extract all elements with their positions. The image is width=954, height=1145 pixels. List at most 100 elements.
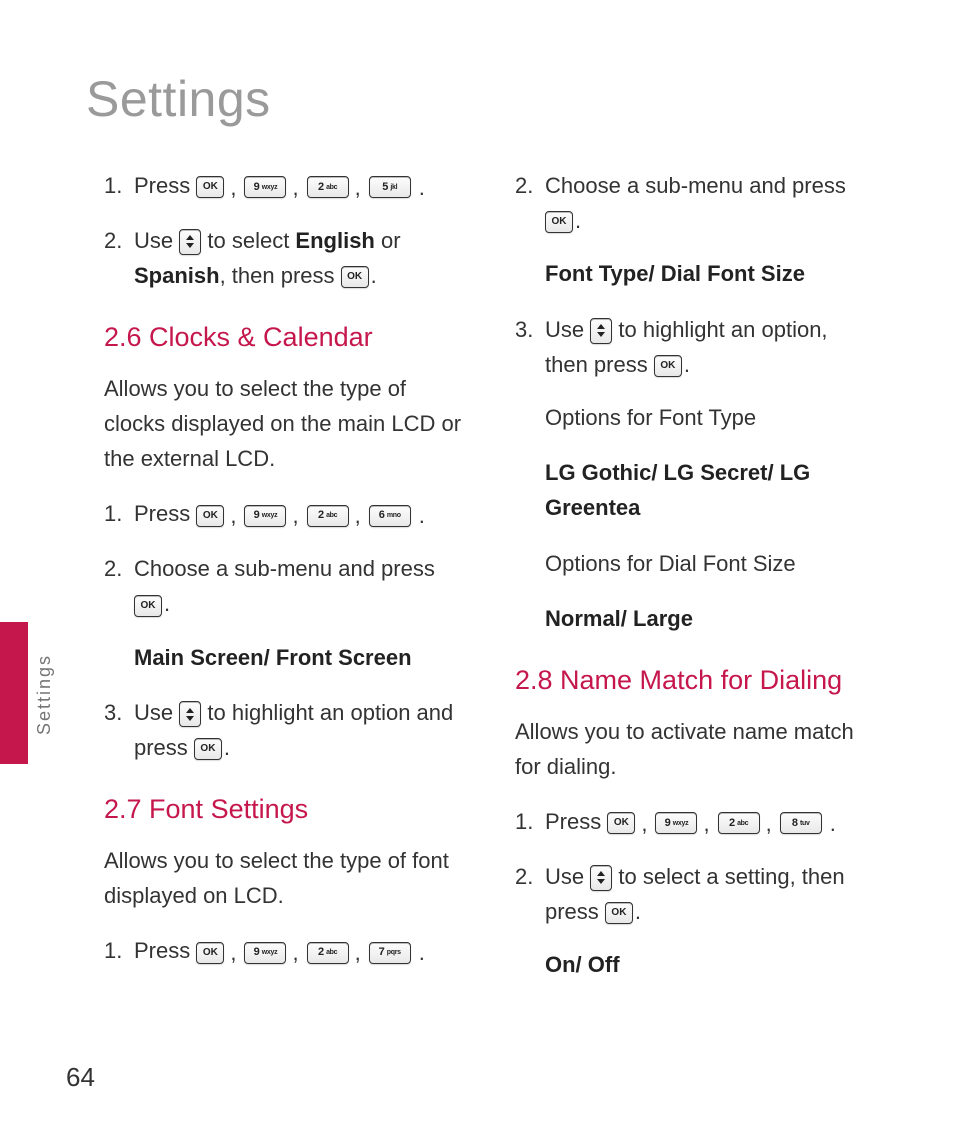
font-type-options: LG Gothic/ LG Secret/ LG Greentea: [515, 455, 874, 525]
font-size-options: Normal/ Large: [515, 601, 874, 636]
period: .: [575, 208, 581, 233]
step-body: Use to select a setting, then press OK.: [545, 859, 874, 929]
step: 3. Use to highlight an option, then pres…: [515, 312, 874, 382]
comma: ,: [230, 935, 236, 970]
key-2-icon: 2abc: [718, 812, 760, 834]
key-sequence: OK, 9wxyz, 2abc, 8tuv.: [607, 806, 836, 841]
submenu-options: Font Type/ Dial Font Size: [515, 256, 874, 291]
comma: ,: [355, 935, 361, 970]
step-number: 1.: [104, 933, 134, 968]
left-column: 1. Press OK, 9wxyz, 2abc, 5jkl. 2. Use t…: [104, 168, 463, 1002]
step: 2. Choose a sub-menu and press OK.: [515, 168, 874, 238]
step: 3. Use to highlight an option and press …: [104, 695, 463, 765]
comma: ,: [766, 806, 772, 841]
text: Press: [134, 938, 196, 963]
period: .: [635, 899, 641, 924]
period: .: [371, 263, 377, 288]
step-body: Press OK, 9wxyz, 2abc, 5jkl.: [134, 168, 463, 205]
ok-key-icon: OK: [194, 738, 222, 760]
text: Press: [545, 809, 607, 834]
comma: ,: [292, 498, 298, 533]
submenu-options: Main Screen/ Front Screen: [104, 640, 463, 675]
comma: ,: [641, 806, 647, 841]
step: 2. Use to select English or Spanish, the…: [104, 223, 463, 293]
option-main-front-screen: Main Screen/ Front Screen: [134, 645, 412, 670]
page-number: 64: [66, 1062, 95, 1093]
step-body: Use to highlight an option, then press O…: [545, 312, 874, 382]
key-2-icon: 2abc: [307, 505, 349, 527]
ok-key-icon: OK: [605, 902, 633, 924]
right-column: 2. Choose a sub-menu and press OK. Font …: [515, 168, 874, 1002]
content-columns: 1. Press OK, 9wxyz, 2abc, 5jkl. 2. Use t…: [104, 168, 874, 1002]
section-description: Allows you to select the type of clocks …: [104, 371, 463, 477]
text: Use: [545, 864, 590, 889]
text: Use: [545, 317, 590, 342]
text: Press: [134, 501, 196, 526]
step-body: Press OK, 9wxyz, 2abc, 7pqrs.: [134, 933, 463, 970]
options-label: Options for Dial Font Size: [515, 546, 874, 581]
option-font-names: LG Gothic/ LG Secret/ LG Greentea: [545, 460, 810, 520]
options-label: Options for Font Type: [515, 400, 874, 435]
ok-key-icon: OK: [654, 355, 682, 377]
text: Press: [134, 173, 196, 198]
nav-updown-key-icon: [179, 701, 201, 727]
text: or: [375, 228, 401, 253]
ok-key-icon: OK: [196, 505, 224, 527]
text: Choose a sub-menu and press: [134, 551, 463, 586]
key-2-icon: 2abc: [307, 942, 349, 964]
step-body: Use to highlight an option and press OK.: [134, 695, 463, 765]
option-normal-large: Normal/ Large: [545, 606, 693, 631]
ok-key-icon: OK: [545, 211, 573, 233]
key-9-icon: 9wxyz: [244, 942, 286, 964]
text: Use: [134, 228, 179, 253]
key-5-icon: 5jkl: [369, 176, 411, 198]
nav-updown-key-icon: [179, 229, 201, 255]
key-9-icon: 9wxyz: [244, 505, 286, 527]
step-number: 3.: [515, 312, 545, 347]
option-on-off: On/ Off: [545, 952, 620, 977]
key-7-icon: 7pqrs: [369, 942, 411, 964]
comma: ,: [292, 170, 298, 205]
step-number: 1.: [515, 804, 545, 839]
text: , then press: [220, 263, 341, 288]
step-number: 2.: [104, 551, 134, 586]
step-body: Choose a sub-menu and press OK.: [545, 168, 874, 238]
ok-key-icon: OK: [196, 942, 224, 964]
side-label-text: Settings: [34, 654, 55, 735]
section-heading-2-6: 2.6 Clocks & Calendar: [104, 321, 463, 355]
section-description: Allows you to select the type of font di…: [104, 843, 463, 913]
key-sequence: OK, 9wxyz, 2abc, 5jkl.: [196, 170, 425, 205]
period: .: [164, 591, 170, 616]
comma: ,: [230, 498, 236, 533]
page-title: Settings: [86, 70, 271, 128]
ok-key-icon: OK: [607, 812, 635, 834]
period: .: [419, 170, 425, 205]
step: 1. Press OK, 9wxyz, 2abc, 7pqrs.: [104, 933, 463, 970]
key-sequence: OK, 9wxyz, 2abc, 7pqrs.: [196, 935, 425, 970]
step-body: Use to select English or Spanish, then p…: [134, 223, 463, 293]
nav-updown-key-icon: [590, 865, 612, 891]
comma: ,: [703, 806, 709, 841]
on-off-options: On/ Off: [515, 947, 874, 982]
step-body: Press OK, 9wxyz, 2abc, 6mno.: [134, 496, 463, 533]
step-number: 2.: [515, 168, 545, 203]
comma: ,: [355, 498, 361, 533]
step-number: 1.: [104, 168, 134, 203]
ok-key-icon: OK: [341, 266, 369, 288]
text: Use: [134, 700, 179, 725]
text: Choose a sub-menu and press: [545, 168, 874, 203]
option-spanish: Spanish: [134, 263, 220, 288]
period: .: [419, 498, 425, 533]
step: 2. Use to select a setting, then press O…: [515, 859, 874, 929]
nav-updown-key-icon: [590, 318, 612, 344]
step-body: Press OK, 9wxyz, 2abc, 8tuv.: [545, 804, 874, 841]
comma: ,: [292, 935, 298, 970]
key-sequence: OK, 9wxyz, 2abc, 6mno.: [196, 498, 425, 533]
step: 1. Press OK, 9wxyz, 2abc, 5jkl.: [104, 168, 463, 205]
side-label: Settings: [34, 620, 54, 770]
key-2-icon: 2abc: [307, 176, 349, 198]
step-body: Choose a sub-menu and press OK.: [134, 551, 463, 621]
section-description: Allows you to activate name match for di…: [515, 714, 874, 784]
step-number: 1.: [104, 496, 134, 531]
side-tab-marker: [0, 622, 28, 764]
